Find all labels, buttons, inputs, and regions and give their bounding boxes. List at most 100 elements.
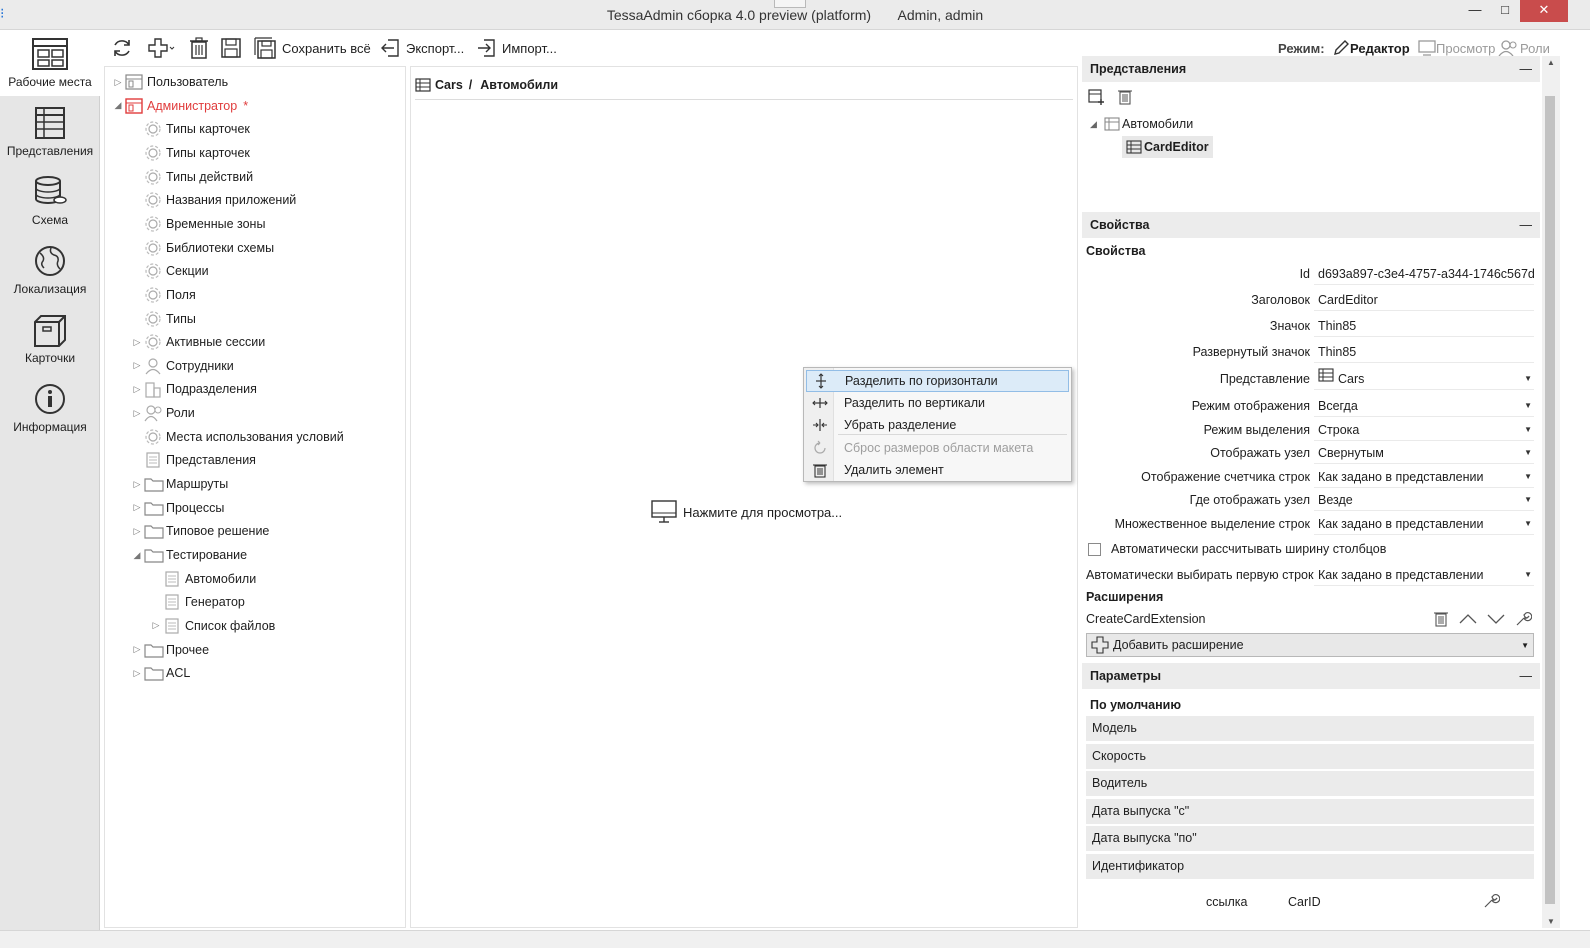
add-view-icon[interactable] — [1088, 88, 1106, 106]
collapse-icon[interactable]: — — [1520, 663, 1533, 689]
tree-item[interactable]: Типы карточек — [130, 118, 250, 140]
param-item[interactable]: Скорость — [1086, 743, 1534, 769]
add-button[interactable] — [146, 36, 180, 60]
expander-icon[interactable]: ▷ — [130, 502, 144, 513]
auto-width-checkbox[interactable]: Автоматически рассчитывать ширину столбц… — [1088, 542, 1386, 556]
dropdown-arrow-icon[interactable]: ▼ — [1524, 564, 1532, 585]
save-all-button[interactable]: Сохранить всё — [254, 36, 371, 60]
tree-item[interactable]: Генератор — [149, 591, 245, 613]
checkbox[interactable] — [1088, 542, 1101, 556]
save-button[interactable] — [220, 36, 246, 60]
dropdown-arrow-icon[interactable]: ▼ — [1524, 368, 1532, 389]
param-item[interactable]: Дата выпуска "с" — [1086, 798, 1534, 824]
nav-views[interactable]: Представления — [0, 99, 100, 165]
prop-value[interactable]: Как задано в представлении ▼ — [1314, 564, 1534, 586]
chevron-down-icon[interactable] — [1486, 610, 1506, 628]
menu-item-split-horizontal[interactable]: Разделить по горизонтали — [806, 370, 1069, 392]
dropdown-arrow-icon[interactable]: ▼ — [1521, 641, 1529, 650]
scroll-down-icon[interactable]: ▼ — [1542, 917, 1560, 926]
expander-icon[interactable]: ▷ — [130, 384, 144, 395]
expander-icon[interactable]: ▷ — [111, 77, 125, 88]
chevron-up-icon[interactable] — [1458, 610, 1478, 628]
collapse-icon[interactable]: — — [1520, 212, 1533, 238]
wrench-icon[interactable] — [1514, 610, 1532, 628]
tree-item[interactable]: Временные зоны — [130, 213, 265, 235]
vertical-scrollbar[interactable]: ▲ ▼ — [1542, 56, 1560, 928]
prop-select[interactable]: Cars ▼ — [1314, 368, 1534, 390]
expander-icon[interactable]: ▷ — [130, 360, 144, 371]
dropdown-arrow-icon[interactable]: ▼ — [1524, 419, 1532, 440]
delete-button[interactable] — [188, 36, 214, 60]
tree-item[interactable]: ▷ Активные сессии — [130, 331, 265, 353]
expander-icon[interactable]: ▷ — [130, 479, 144, 490]
expander-icon[interactable]: ▷ — [130, 408, 144, 419]
prop-input[interactable]: d693a897-c3e4-4757-a344-1746c567da — [1314, 263, 1534, 285]
minimize-button[interactable]: — — [1460, 0, 1490, 22]
nav-schema[interactable]: Схема — [0, 168, 100, 234]
expander-icon[interactable]: ◢ — [130, 550, 144, 561]
dropdown-arrow-icon[interactable]: ▼ — [1524, 466, 1532, 487]
mode-editor-button[interactable]: Редактор — [1332, 39, 1410, 57]
trash-icon[interactable] — [1432, 610, 1450, 628]
tree-item[interactable]: Секции — [130, 260, 209, 282]
tree-item[interactable]: Типы — [130, 308, 196, 330]
expander-icon[interactable]: ◢ — [111, 100, 125, 111]
nav-cards[interactable]: Карточки — [0, 306, 100, 372]
prop-select[interactable]: Строка ▼ — [1314, 419, 1534, 441]
tree-item[interactable]: Представления — [130, 449, 256, 471]
expander-icon[interactable]: ◢ — [1090, 119, 1104, 130]
params-section-header[interactable]: Параметры — — [1082, 663, 1540, 689]
expander-icon[interactable]: ▷ — [130, 337, 144, 348]
mode-preview-button[interactable]: Просмотр — [1418, 39, 1495, 57]
export-button[interactable]: Экспорт... — [380, 36, 464, 60]
menu-item-unsplit[interactable]: Убрать разделение — [806, 414, 1069, 436]
param-item[interactable]: Водитель — [1086, 771, 1534, 797]
breadcrumb-first[interactable]: Cars — [435, 78, 463, 92]
props-section-header[interactable]: Свойства — — [1082, 212, 1540, 238]
title-grip[interactable] — [774, 0, 806, 8]
nav-workplaces[interactable]: Рабочие места — [0, 30, 100, 96]
add-extension-button[interactable]: Добавить расширение ▼ — [1086, 633, 1534, 657]
tree-item[interactable]: Поля — [130, 284, 196, 306]
close-button[interactable]: ✕ — [1520, 0, 1568, 22]
prop-select[interactable]: Как задано в представлении ▼ — [1314, 466, 1534, 488]
tree-item[interactable]: ◢ Тестирование — [130, 544, 247, 566]
menu-item-split-vertical[interactable]: Разделить по вертикали — [806, 392, 1069, 414]
nav-localization[interactable]: Локализация — [0, 237, 100, 303]
expander-icon[interactable]: ▷ — [149, 620, 163, 631]
scroll-up-icon[interactable]: ▲ — [1542, 58, 1560, 67]
nav-info[interactable]: Информация — [0, 375, 100, 441]
dropdown-arrow-icon[interactable]: ▼ — [1524, 442, 1532, 463]
tree-item[interactable]: ▷ ACL — [130, 662, 190, 684]
prop-select[interactable]: Всегда ▼ — [1314, 395, 1534, 417]
views-tree-root[interactable]: ◢ Автомобили — [1090, 116, 1193, 132]
tree-item[interactable]: Типы карточек — [130, 142, 250, 164]
prop-select[interactable]: Как задано в представлении ▼ — [1314, 513, 1534, 535]
tree-item[interactable]: ▷ Сотрудники — [130, 355, 234, 377]
tree-item[interactable]: Автомобили — [149, 568, 256, 590]
tree-item[interactable]: Названия приложений — [130, 189, 296, 211]
prop-select[interactable]: Свернутым ▼ — [1314, 442, 1534, 464]
tree-item[interactable]: ▷ Типовое решение — [130, 520, 269, 542]
tree-item[interactable]: Места использования условий — [130, 426, 344, 448]
tree-item[interactable]: ▷ Процессы — [130, 497, 224, 519]
breadcrumb-second[interactable]: Автомобили — [480, 78, 558, 92]
tree-item[interactable]: ◢ Администратор * — [111, 95, 248, 117]
param-item[interactable]: Дата выпуска "по" — [1086, 826, 1534, 852]
prop-input[interactable]: Thin85 — [1314, 315, 1534, 337]
views-tree-child[interactable]: CardEditor — [1122, 136, 1213, 158]
tree-item[interactable]: ▷ Роли — [130, 402, 195, 424]
tree-item[interactable]: Типы действий — [130, 166, 253, 188]
views-section-header[interactable]: Представления — — [1082, 56, 1540, 82]
layout-editor[interactable]: Cars / Автомобили Нажмите для просмотра.… — [410, 66, 1078, 928]
extension-row[interactable]: CreateCardExtension — [1086, 608, 1534, 630]
tree-item[interactable]: Библиотеки схемы — [130, 237, 274, 259]
tree-item[interactable]: ▷ Пользователь — [111, 71, 228, 93]
param-item[interactable]: Модель — [1086, 716, 1534, 741]
param-item[interactable]: Идентификатор — [1086, 854, 1534, 879]
dropdown-arrow-icon[interactable]: ▼ — [1524, 395, 1532, 416]
dropdown-arrow-icon[interactable]: ▼ — [1524, 489, 1532, 510]
dropdown-arrow-icon[interactable]: ▼ — [1524, 513, 1532, 534]
mode-roles-button[interactable]: Роли — [1498, 39, 1550, 57]
tree-item[interactable]: ▷ Список файлов — [149, 615, 275, 637]
